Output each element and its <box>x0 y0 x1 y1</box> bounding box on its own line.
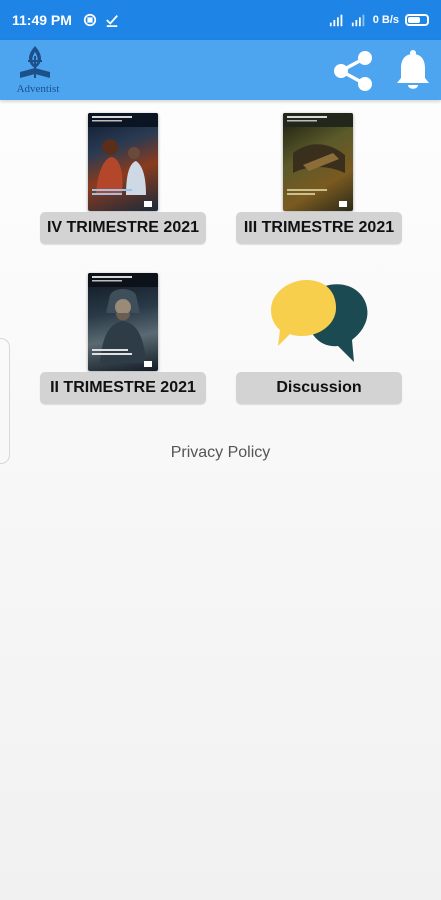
logo-text: Adventist <box>16 83 60 95</box>
edge-panel-handle[interactable] <box>0 338 10 464</box>
share-button[interactable] <box>330 48 376 94</box>
quarterly-cover-iii[interactable] <box>283 113 353 211</box>
status-time: 11:49 PM <box>12 12 72 28</box>
quarterly-button-ii[interactable]: II TRIMESTRE 2021 <box>40 372 206 404</box>
discussion-label: Discussion <box>276 379 362 396</box>
quarterly-label-iv: IV TRIMESTRE 2021 <box>46 219 200 236</box>
privacy-policy-link[interactable]: Privacy Policy <box>0 444 441 462</box>
adventist-flame-icon <box>20 46 50 78</box>
status-bar: 11:49 PM 0 B/s <box>0 0 441 40</box>
cover-image-iii <box>283 113 353 207</box>
notification-icon <box>83 13 97 27</box>
app-logo: Adventist <box>6 42 64 98</box>
battery-icon <box>405 14 429 26</box>
quarterly-label-iii: III TRIMESTRE 2021 <box>243 219 395 236</box>
data-speed: 0 B/s <box>372 14 399 26</box>
quarterly-cover-ii[interactable] <box>88 273 158 371</box>
quarterly-button-iv[interactable]: IV TRIMESTRE 2021 <box>40 212 206 244</box>
quarterly-cover-iv[interactable] <box>88 113 158 211</box>
chat-bubbles-icon <box>271 280 368 362</box>
cover-image-iv <box>88 113 158 207</box>
quarterly-label-ii: II TRIMESTRE 2021 <box>50 379 196 396</box>
cover-image-ii <box>88 273 158 367</box>
quarterly-button-iii[interactable]: III TRIMESTRE 2021 <box>236 212 402 244</box>
discussion-icon-button[interactable] <box>268 278 372 368</box>
app-bar: Adventist <box>0 40 441 100</box>
bell-icon <box>397 50 429 89</box>
checkmark-icon <box>106 15 118 27</box>
share-icon <box>334 51 372 91</box>
notifications-button[interactable] <box>390 46 436 94</box>
signal-icon-2 <box>351 14 365 27</box>
signal-icon <box>329 14 343 27</box>
discussion-button[interactable]: Discussion <box>236 372 402 404</box>
